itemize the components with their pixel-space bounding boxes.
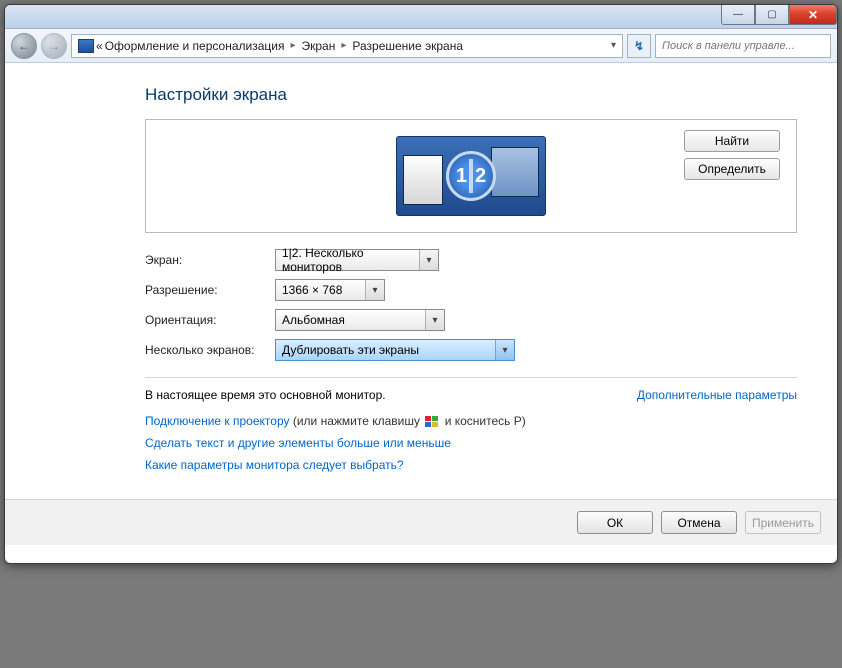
breadcrumb-dropdown-icon[interactable]: ▾ bbox=[611, 40, 616, 51]
monitor-preview[interactable]: 1 2 bbox=[396, 136, 546, 216]
projector-row: Подключение к проектору (или нажмите кла… bbox=[145, 414, 797, 428]
monitor-badge: 1 2 bbox=[446, 151, 496, 201]
titlebar: — ▢ ✕ bbox=[5, 5, 837, 29]
text-size-link[interactable]: Сделать текст и другие элементы больше и… bbox=[145, 436, 451, 450]
projector-link[interactable]: Подключение к проектору bbox=[145, 414, 290, 428]
nav-row: ← → « Оформление и персонализация ▸ Экра… bbox=[5, 29, 837, 63]
breadcrumb[interactable]: « Оформление и персонализация ▸ Экран ▸ … bbox=[71, 34, 623, 58]
primary-monitor-text: В настоящее время это основной монитор. bbox=[145, 388, 386, 402]
page-title: Настройки экрана bbox=[145, 85, 797, 105]
advanced-settings-link[interactable]: Дополнительные параметры bbox=[637, 388, 797, 402]
badge-number-2: 2 bbox=[473, 165, 488, 188]
cancel-button[interactable]: Отмена bbox=[661, 511, 737, 534]
status-row: В настоящее время это основной монитор. … bbox=[145, 388, 797, 402]
projector-hint-pre: (или нажмите клавишу bbox=[293, 414, 424, 428]
resolution-select[interactable]: 1366 × 768 bbox=[275, 279, 385, 301]
identify-button[interactable]: Определить bbox=[684, 158, 780, 180]
ok-button[interactable]: ОК bbox=[577, 511, 653, 534]
statusbar bbox=[5, 545, 837, 563]
content-area: Настройки экрана 1 2 Найти Определить Эк… bbox=[5, 63, 837, 499]
monitor-1-icon bbox=[403, 155, 443, 205]
screen-value: 1|2. Несколько мониторов bbox=[282, 246, 420, 274]
close-button[interactable]: ✕ bbox=[789, 5, 837, 25]
screen-select[interactable]: 1|2. Несколько мониторов bbox=[275, 249, 439, 271]
multiple-displays-select[interactable]: Дублировать эти экраны bbox=[275, 339, 515, 361]
breadcrumb-item[interactable]: Экран bbox=[301, 39, 335, 53]
control-panel-icon bbox=[78, 39, 94, 53]
orientation-label: Ориентация: bbox=[145, 313, 275, 327]
find-button[interactable]: Найти bbox=[684, 130, 780, 152]
divider bbox=[145, 377, 797, 378]
multiple-displays-value: Дублировать эти экраны bbox=[282, 343, 419, 357]
orientation-select[interactable]: Альбомная bbox=[275, 309, 445, 331]
text-size-row: Сделать текст и другие элементы больше и… bbox=[145, 436, 797, 450]
chevron-right-icon: ▸ bbox=[286, 40, 299, 51]
badge-number-1: 1 bbox=[454, 165, 469, 188]
minimize-button[interactable]: — bbox=[721, 5, 755, 25]
apply-button: Применить bbox=[745, 511, 821, 534]
multiple-displays-row: Несколько экранов: Дублировать эти экран… bbox=[145, 339, 797, 361]
resolution-row: Разрешение: 1366 × 768 bbox=[145, 279, 797, 301]
display-settings-window: — ▢ ✕ ← → « Оформление и персонализация … bbox=[4, 4, 838, 564]
screen-row: Экран: 1|2. Несколько мониторов bbox=[145, 249, 797, 271]
dialog-footer: ОК Отмена Применить bbox=[5, 499, 837, 545]
maximize-button[interactable]: ▢ bbox=[755, 5, 789, 25]
breadcrumb-item[interactable]: Оформление и персонализация bbox=[105, 39, 285, 53]
screen-label: Экран: bbox=[145, 253, 275, 267]
refresh-button[interactable]: ↯ bbox=[627, 34, 651, 58]
breadcrumb-item[interactable]: Разрешение экрана bbox=[352, 39, 463, 53]
multiple-displays-label: Несколько экранов: bbox=[145, 343, 275, 357]
resolution-value: 1366 × 768 bbox=[282, 283, 342, 297]
monitor-preview-box: 1 2 Найти Определить bbox=[145, 119, 797, 233]
orientation-row: Ориентация: Альбомная bbox=[145, 309, 797, 331]
which-params-row: Какие параметры монитора следует выбрать… bbox=[145, 458, 797, 472]
resolution-label: Разрешение: bbox=[145, 283, 275, 297]
monitor-2-icon bbox=[491, 147, 539, 197]
back-button[interactable]: ← bbox=[11, 33, 37, 59]
search-input[interactable] bbox=[655, 34, 831, 58]
projector-hint-post: и коснитесь P) bbox=[445, 414, 526, 428]
preview-buttons: Найти Определить bbox=[684, 130, 780, 180]
breadcrumb-prefix: « bbox=[96, 39, 103, 53]
which-params-link[interactable]: Какие параметры монитора следует выбрать… bbox=[145, 458, 404, 472]
orientation-value: Альбомная bbox=[282, 313, 345, 327]
forward-button[interactable]: → bbox=[41, 33, 67, 59]
chevron-right-icon: ▸ bbox=[337, 40, 350, 51]
windows-key-icon bbox=[425, 416, 439, 428]
